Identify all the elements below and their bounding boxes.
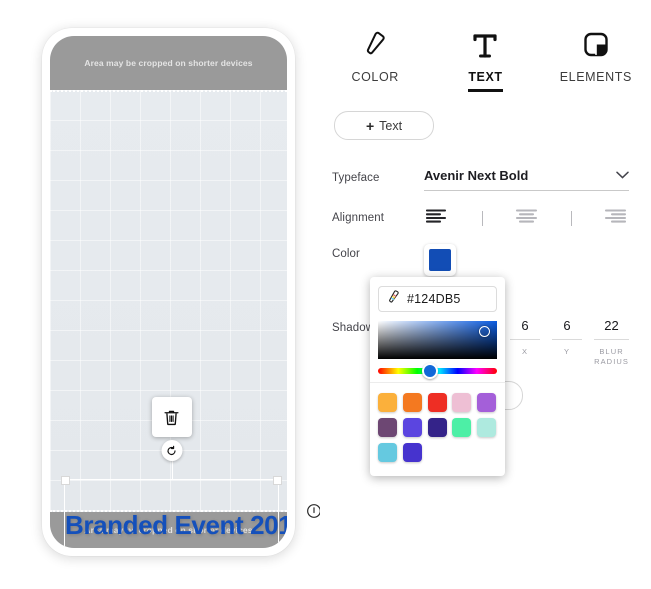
color-row: Color [332, 244, 639, 276]
preset-swatch-grid [370, 383, 505, 476]
preset-swatch[interactable] [477, 418, 497, 437]
phone-frame: Area may be cropped on shorter devices A… [42, 28, 295, 556]
rotate-object-button[interactable] [161, 440, 182, 461]
editor-panel: COLOR TEXT ELEMENTS + Text Typeface Aven… [320, 0, 651, 589]
eyedropper-pen-icon [386, 289, 401, 309]
shadow-x-value: 6 [510, 318, 541, 340]
tab-text-label: TEXT [468, 70, 503, 92]
text-object-content[interactable]: Branded Event 2018 [65, 510, 287, 541]
shadow-y-field[interactable]: 6 Y [552, 318, 583, 367]
panel-tabs: COLOR TEXT ELEMENTS [320, 26, 651, 92]
preset-swatch[interactable] [427, 393, 447, 412]
alignment-separator-2 [570, 211, 572, 226]
alignment-group [424, 208, 629, 229]
shadow-blur-field[interactable]: 22 BLUR RADIUS [594, 318, 629, 367]
shadow-x-field[interactable]: 6 X [510, 318, 541, 367]
add-text-label: Text [379, 118, 403, 133]
preset-swatch[interactable] [378, 443, 397, 462]
hue-slider[interactable] [378, 363, 497, 379]
shadow-y-value: 6 [552, 318, 583, 340]
hue-slider-thumb[interactable] [422, 363, 439, 379]
preset-swatch[interactable] [477, 393, 497, 412]
preset-swatch[interactable] [452, 418, 472, 437]
color-picker-top: #124DB5 [370, 277, 505, 382]
preset-swatch[interactable] [402, 443, 422, 462]
tab-elements-label: ELEMENTS [559, 70, 632, 84]
phone-screen[interactable]: Area may be cropped on shorter devices A… [50, 36, 287, 548]
selected-text-object[interactable]: Branded Event 2018 [61, 397, 287, 548]
tab-color-label: COLOR [351, 70, 399, 84]
elements-icon [541, 26, 651, 66]
hex-input[interactable]: #124DB5 [378, 286, 497, 312]
shadow-y-caption: Y [563, 347, 571, 356]
phone-preview-pane: Area may be cropped on shorter devices A… [0, 0, 321, 589]
plus-icon: + [365, 117, 375, 134]
shadow-blur-value: 22 [594, 318, 629, 340]
crop-dash-top [50, 90, 287, 92]
preset-swatch[interactable] [378, 418, 397, 437]
preset-swatch[interactable] [452, 393, 472, 412]
rotate-icon [167, 445, 176, 455]
sv-cursor[interactable] [479, 326, 490, 337]
typeface-select[interactable]: Avenir Next Bold [424, 168, 629, 191]
color-swatch-button[interactable] [424, 244, 456, 276]
color-swatch-preview [429, 249, 451, 271]
preset-swatch[interactable] [378, 393, 397, 412]
tab-color[interactable]: COLOR [320, 26, 430, 92]
crop-notice-top: Area may be cropped on shorter devices [50, 36, 287, 90]
preset-swatch[interactable] [427, 418, 447, 437]
typeface-row: Typeface Avenir Next Bold [332, 168, 639, 191]
shadow-x-caption: X [521, 347, 529, 356]
add-text-button[interactable]: + Text [334, 111, 434, 140]
resize-handle-top-right[interactable] [273, 476, 282, 485]
pen-icon [320, 26, 430, 66]
preset-swatch[interactable] [402, 393, 422, 412]
align-right-icon[interactable] [602, 208, 629, 229]
alignment-label: Alignment [332, 212, 385, 224]
resize-handle-top-left[interactable] [61, 476, 70, 485]
typeface-label: Typeface [332, 172, 380, 184]
shadow-blur-caption: BLUR RADIUS [594, 347, 629, 367]
chevron-down-icon [616, 170, 629, 182]
tab-text[interactable]: TEXT [430, 26, 540, 92]
preset-swatch[interactable] [402, 418, 422, 437]
delete-object-button[interactable] [151, 397, 192, 437]
alignment-row: Alignment [332, 208, 639, 229]
tab-elements[interactable]: ELEMENTS [541, 26, 651, 92]
alignment-separator-1 [481, 211, 483, 226]
typeface-value: Avenir Next Bold [424, 168, 529, 183]
trash-icon [164, 410, 179, 425]
color-label: Color [332, 248, 360, 260]
hex-value: #124DB5 [407, 292, 461, 306]
text-t-icon [430, 26, 540, 66]
saturation-value-area[interactable] [378, 321, 497, 359]
align-center-icon[interactable] [513, 208, 540, 229]
align-left-icon[interactable] [424, 208, 451, 229]
color-picker-popup[interactable]: #124DB5 [370, 277, 505, 476]
